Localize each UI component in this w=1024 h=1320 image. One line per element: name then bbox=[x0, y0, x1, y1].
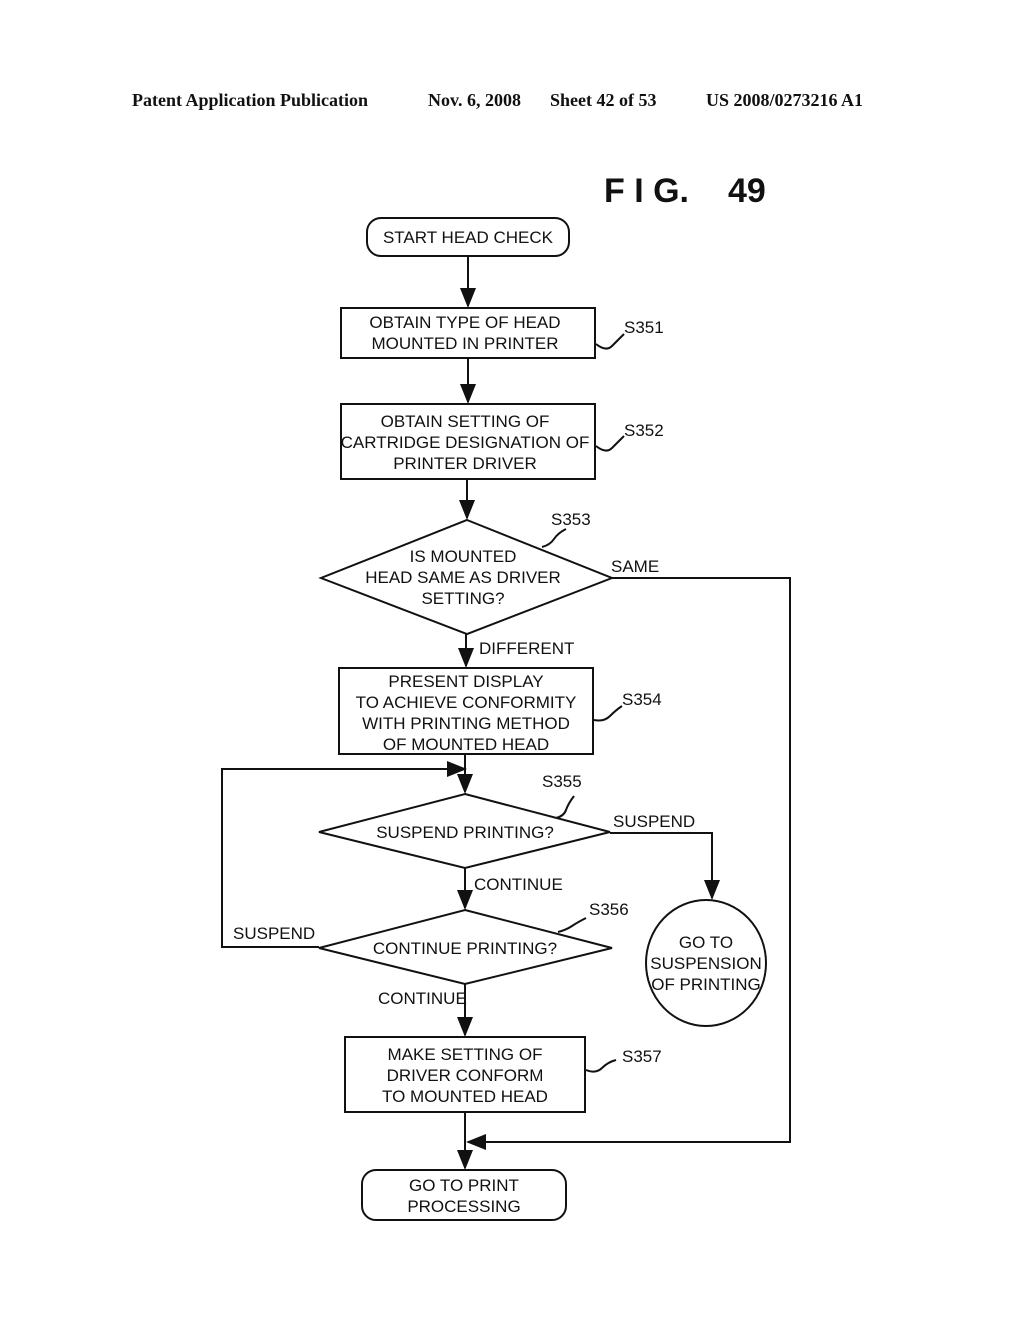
figure-number: 49 bbox=[728, 172, 766, 210]
step-id-s355: S355 bbox=[542, 772, 582, 791]
edge-label-suspend-s355: SUSPEND bbox=[613, 812, 695, 831]
edge-label-different: DIFFERENT bbox=[479, 639, 574, 658]
edge-label-suspend-s356: SUSPEND bbox=[233, 924, 315, 943]
s351-text: OBTAIN TYPE OF HEAD MOUNTED IN PRINTER bbox=[369, 313, 560, 353]
s354-text: PRESENT DISPLAY TO ACHIEVE CONFORMITY WI… bbox=[356, 672, 577, 754]
step-id-s352: S352 bbox=[624, 421, 664, 440]
step-id-s353: S353 bbox=[551, 510, 591, 529]
leader-s354 bbox=[593, 705, 623, 722]
s354-line: WITH PRINTING METHOD bbox=[362, 714, 570, 733]
suspension-text: GO TO SUSPENSION OF PRINTING bbox=[650, 933, 761, 994]
s357-line: MAKE SETTING OF bbox=[388, 1045, 543, 1064]
s352-line: CARTRIDGE DESIGNATION OF bbox=[341, 433, 590, 452]
leader-s355 bbox=[555, 795, 575, 819]
s356-label: CONTINUE PRINTING? bbox=[373, 939, 557, 958]
s354-line: PRESENT DISPLAY bbox=[388, 672, 543, 691]
s353-text: IS MOUNTED HEAD SAME AS DRIVER SETTING? bbox=[365, 547, 561, 608]
leader-s353 bbox=[541, 528, 567, 548]
s354-line: TO ACHIEVE CONFORMITY bbox=[356, 693, 577, 712]
s357-text: MAKE SETTING OF DRIVER CONFORM TO MOUNTE… bbox=[382, 1045, 548, 1106]
edge-label-same: SAME bbox=[611, 557, 659, 576]
leader-s351 bbox=[595, 333, 625, 350]
start-text: START HEAD CHECK bbox=[383, 228, 554, 247]
leader-s352 bbox=[595, 435, 625, 452]
s351-line: MOUNTED IN PRINTER bbox=[372, 334, 559, 353]
s352-line: PRINTER DRIVER bbox=[393, 454, 537, 473]
edge-label-continue-s356: CONTINUE bbox=[378, 989, 467, 1008]
step-id-s354: S354 bbox=[622, 690, 662, 709]
s353-line: HEAD SAME AS DRIVER bbox=[365, 568, 561, 587]
s357-line: DRIVER CONFORM bbox=[387, 1066, 544, 1085]
figure-label: F I G. bbox=[604, 172, 689, 210]
leader-s357 bbox=[585, 1059, 617, 1073]
suspension-line: GO TO bbox=[679, 933, 733, 952]
start-label: START HEAD CHECK bbox=[383, 228, 554, 247]
step-id-s351: S351 bbox=[624, 318, 664, 337]
step-id-s356: S356 bbox=[589, 900, 629, 919]
s353-line: IS MOUNTED bbox=[410, 547, 517, 566]
s357-line: TO MOUNTED HEAD bbox=[382, 1087, 548, 1106]
s354-line: OF MOUNTED HEAD bbox=[383, 735, 549, 754]
arrow-suspend-s355 bbox=[610, 832, 720, 900]
edge-label-continue-s355: CONTINUE bbox=[474, 875, 563, 894]
s353-line: SETTING? bbox=[421, 589, 504, 608]
flowchart: F I G. 49 START HEAD CHECK OBTAIN TYPE O… bbox=[221, 172, 791, 1221]
end-line: PROCESSING bbox=[407, 1197, 520, 1216]
end-text: GO TO PRINT PROCESSING bbox=[407, 1176, 520, 1216]
s352-line: OBTAIN SETTING OF bbox=[381, 412, 550, 431]
suspension-line: SUSPENSION bbox=[650, 954, 761, 973]
s351-line: OBTAIN TYPE OF HEAD bbox=[369, 313, 560, 332]
s352-text: OBTAIN SETTING OF CARTRIDGE DESIGNATION … bbox=[341, 412, 590, 473]
step-id-s357: S357 bbox=[622, 1047, 662, 1066]
end-line: GO TO PRINT bbox=[409, 1176, 519, 1195]
suspension-line: OF PRINTING bbox=[651, 975, 761, 994]
leader-s356 bbox=[557, 917, 587, 933]
s355-label: SUSPEND PRINTING? bbox=[376, 823, 554, 842]
